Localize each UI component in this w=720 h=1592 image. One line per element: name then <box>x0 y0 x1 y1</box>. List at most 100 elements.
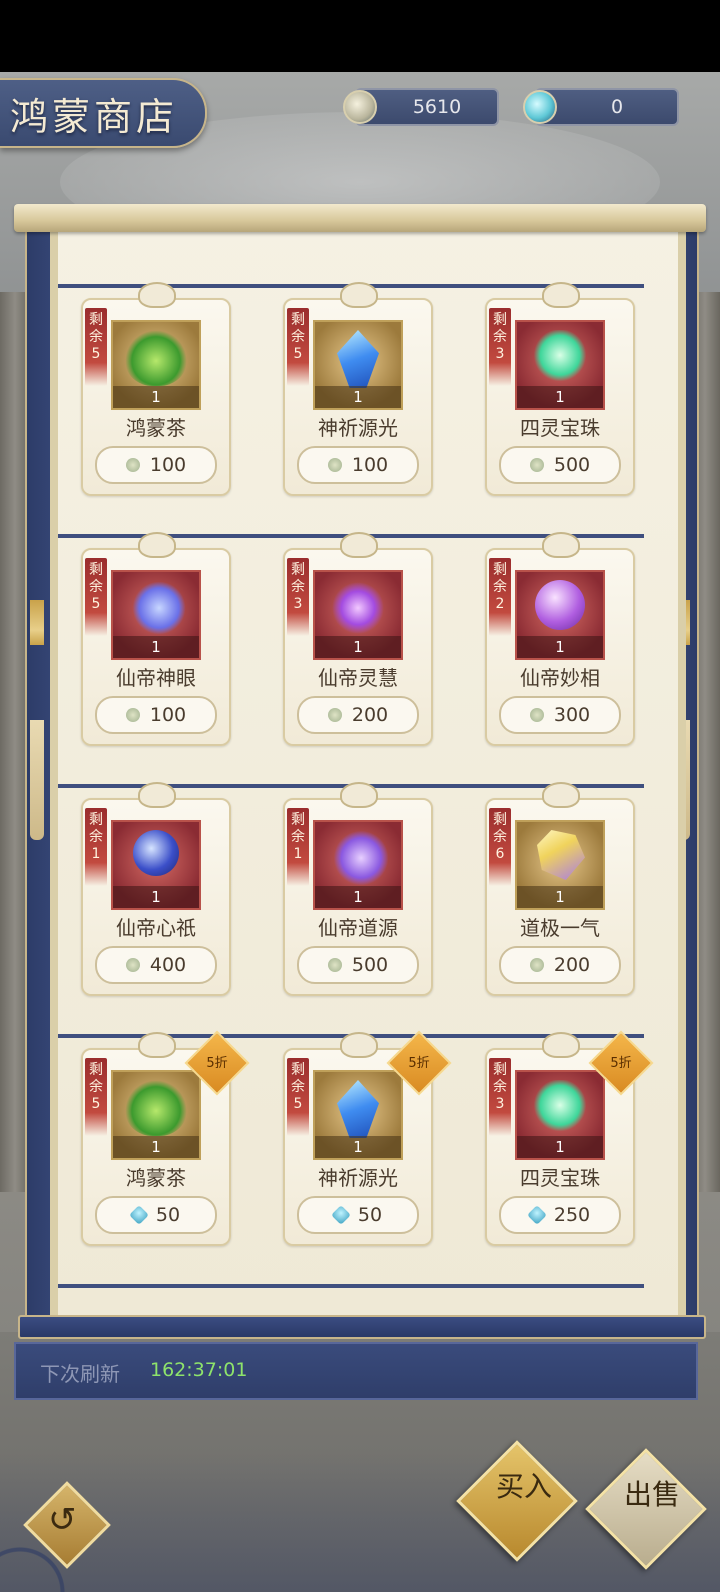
item-thumbnail[interactable]: 1 <box>515 570 605 660</box>
shop-item-card[interactable]: 剩余 2 1 仙帝妙相 300 <box>485 532 635 748</box>
item-quantity: 1 <box>113 886 199 908</box>
gem-icon <box>331 1205 351 1225</box>
item-name: 神祈源光 <box>318 416 398 440</box>
item-thumbnail[interactable]: 1 <box>515 820 605 910</box>
knot-ornament <box>340 282 378 308</box>
item-name: 鸿蒙茶 <box>126 1166 186 1190</box>
crystal-item-icon <box>337 1080 379 1138</box>
pearl-item-icon <box>529 330 591 386</box>
shop-item-card[interactable]: 剩余 5 1 鸿蒙茶 100 <box>81 282 231 498</box>
knot-ornament <box>542 1032 580 1058</box>
price-button[interactable]: 50 <box>297 1196 419 1234</box>
price-value: 300 <box>553 704 591 726</box>
spirit-coin-icon <box>529 958 544 972</box>
item-name: 仙帝妙相 <box>520 666 600 690</box>
item-name: 神祈源光 <box>318 1166 398 1190</box>
refresh-bar: 下次刷新 162:37:01 <box>14 1342 698 1400</box>
knot-ornament <box>138 1032 176 1058</box>
leaf-item-icon <box>125 1080 187 1136</box>
yinyang-item-icon <box>133 830 179 876</box>
item-quantity: 1 <box>315 386 401 408</box>
item-thumbnail[interactable]: 1 <box>111 820 201 910</box>
swirl-item-icon <box>327 830 389 886</box>
price-value: 50 <box>357 1204 383 1226</box>
pearl-item-icon <box>529 1080 591 1136</box>
shop-item-card[interactable]: 剩余 5 1 仙帝神眼 100 <box>81 532 231 748</box>
shop-item-card[interactable]: 剩余 3 1 四灵宝珠 250 5折 <box>485 1030 654 1248</box>
shop-item-card[interactable]: 剩余 3 1 四灵宝珠 500 <box>485 282 635 498</box>
price-button[interactable]: 200 <box>499 946 621 984</box>
item-thumbnail[interactable]: 1 <box>111 1070 201 1160</box>
item-name: 四灵宝珠 <box>520 1166 600 1190</box>
spirit-coin-icon <box>125 708 140 722</box>
remaining-stock-tag: 剩余5 <box>287 1058 309 1136</box>
remaining-stock-tag: 剩余1 <box>287 808 309 886</box>
gem-counter[interactable]: 0 <box>523 88 679 126</box>
item-thumbnail[interactable]: 1 <box>313 1070 403 1160</box>
item-name: 仙帝神眼 <box>116 666 196 690</box>
item-thumbnail[interactable]: 1 <box>313 570 403 660</box>
remaining-stock-tag: 剩余1 <box>85 808 107 886</box>
shop-item-card[interactable]: 剩余 5 1 鸿蒙茶 50 5折 <box>81 1030 250 1248</box>
shop-item-card[interactable]: 剩余 5 1 神祈源光 50 5折 <box>283 1030 452 1248</box>
price-button[interactable]: 100 <box>95 446 217 484</box>
discount-label: 5折 <box>408 1056 430 1071</box>
shop-item-card[interactable]: 剩余 5 1 神祈源光 100 <box>283 282 433 498</box>
price-button[interactable]: 50 <box>95 1196 217 1234</box>
price-button[interactable]: 200 <box>297 696 419 734</box>
remaining-stock-tag: 剩余5 <box>85 1058 107 1136</box>
page-title: 鸿蒙商店 <box>10 95 179 139</box>
price-value: 100 <box>351 454 389 476</box>
remaining-stock-tag: 剩余3 <box>287 558 309 636</box>
item-thumbnail[interactable]: 1 <box>313 320 403 410</box>
price-value: 100 <box>149 454 187 476</box>
left-tassel <box>30 600 44 840</box>
item-thumbnail[interactable]: 1 <box>111 320 201 410</box>
price-value: 500 <box>553 454 591 476</box>
sell-tab-label: 出售 <box>624 1478 681 1511</box>
price-button[interactable]: 100 <box>95 696 217 734</box>
knot-ornament <box>340 532 378 558</box>
price-button[interactable]: 250 <box>499 1196 621 1234</box>
row-divider <box>58 1284 644 1288</box>
remaining-stock-tag: 剩余3 <box>489 1058 511 1136</box>
price-button[interactable]: 400 <box>95 946 217 984</box>
price-value: 200 <box>553 954 591 976</box>
spirit-coin-icon <box>327 708 342 722</box>
price-value: 400 <box>149 954 187 976</box>
shop-item-card[interactable]: 剩余 1 1 仙帝心祇 400 <box>81 782 231 998</box>
item-thumbnail[interactable]: 1 <box>515 320 605 410</box>
price-button[interactable]: 100 <box>297 446 419 484</box>
remaining-stock-tag: 剩余6 <box>489 808 511 886</box>
item-quantity: 1 <box>113 636 199 658</box>
price-value: 100 <box>149 704 187 726</box>
price-value: 50 <box>155 1204 181 1226</box>
orb-item-icon <box>535 580 585 630</box>
item-quantity: 1 <box>315 886 401 908</box>
item-name: 四灵宝珠 <box>520 416 600 440</box>
spirit-coin-icon <box>327 458 342 472</box>
shop-item-card[interactable]: 剩余 1 1 仙帝道源 500 <box>283 782 433 998</box>
remaining-stock-tag: 剩余5 <box>287 308 309 386</box>
price-value: 200 <box>351 704 389 726</box>
spirit-coin-icon <box>327 958 342 972</box>
scroll-top-rod <box>14 204 706 232</box>
spirit-coin-counter[interactable]: 5610 <box>343 88 499 126</box>
crystal-item-icon <box>337 330 379 388</box>
shop-item-card[interactable]: 剩余 6 1 道极一气 200 <box>485 782 635 998</box>
item-thumbnail[interactable]: 1 <box>313 820 403 910</box>
gem-item-icon <box>537 830 585 880</box>
price-button[interactable]: 300 <box>499 696 621 734</box>
item-thumbnail[interactable]: 1 <box>515 1070 605 1160</box>
remaining-stock-tag: 剩余5 <box>85 308 107 386</box>
shop-item-card[interactable]: 剩余 3 1 仙帝灵慧 200 <box>283 532 433 748</box>
item-quantity: 1 <box>315 1136 401 1158</box>
item-thumbnail[interactable]: 1 <box>111 570 201 660</box>
spirit-coin-icon <box>343 90 377 124</box>
spirit-coin-icon <box>125 958 140 972</box>
item-name: 鸿蒙茶 <box>126 416 186 440</box>
discount-label: 5折 <box>610 1056 632 1071</box>
price-button[interactable]: 500 <box>297 946 419 984</box>
back-icon: ↺ <box>48 1500 77 1540</box>
price-button[interactable]: 500 <box>499 446 621 484</box>
